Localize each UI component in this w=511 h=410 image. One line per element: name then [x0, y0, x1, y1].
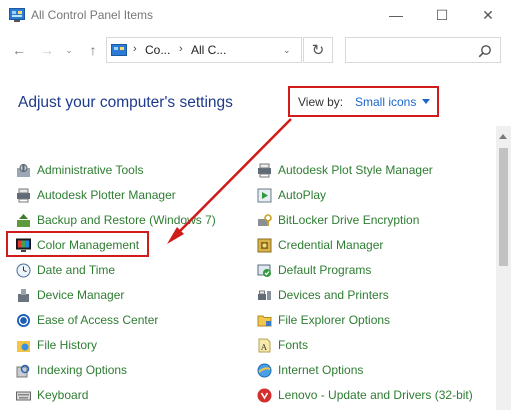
vertical-scrollbar[interactable] [496, 126, 511, 410]
scroll-up-icon[interactable] [499, 134, 507, 139]
annotation-arrow [167, 118, 292, 244]
scroll-thumb[interactable] [499, 148, 508, 266]
